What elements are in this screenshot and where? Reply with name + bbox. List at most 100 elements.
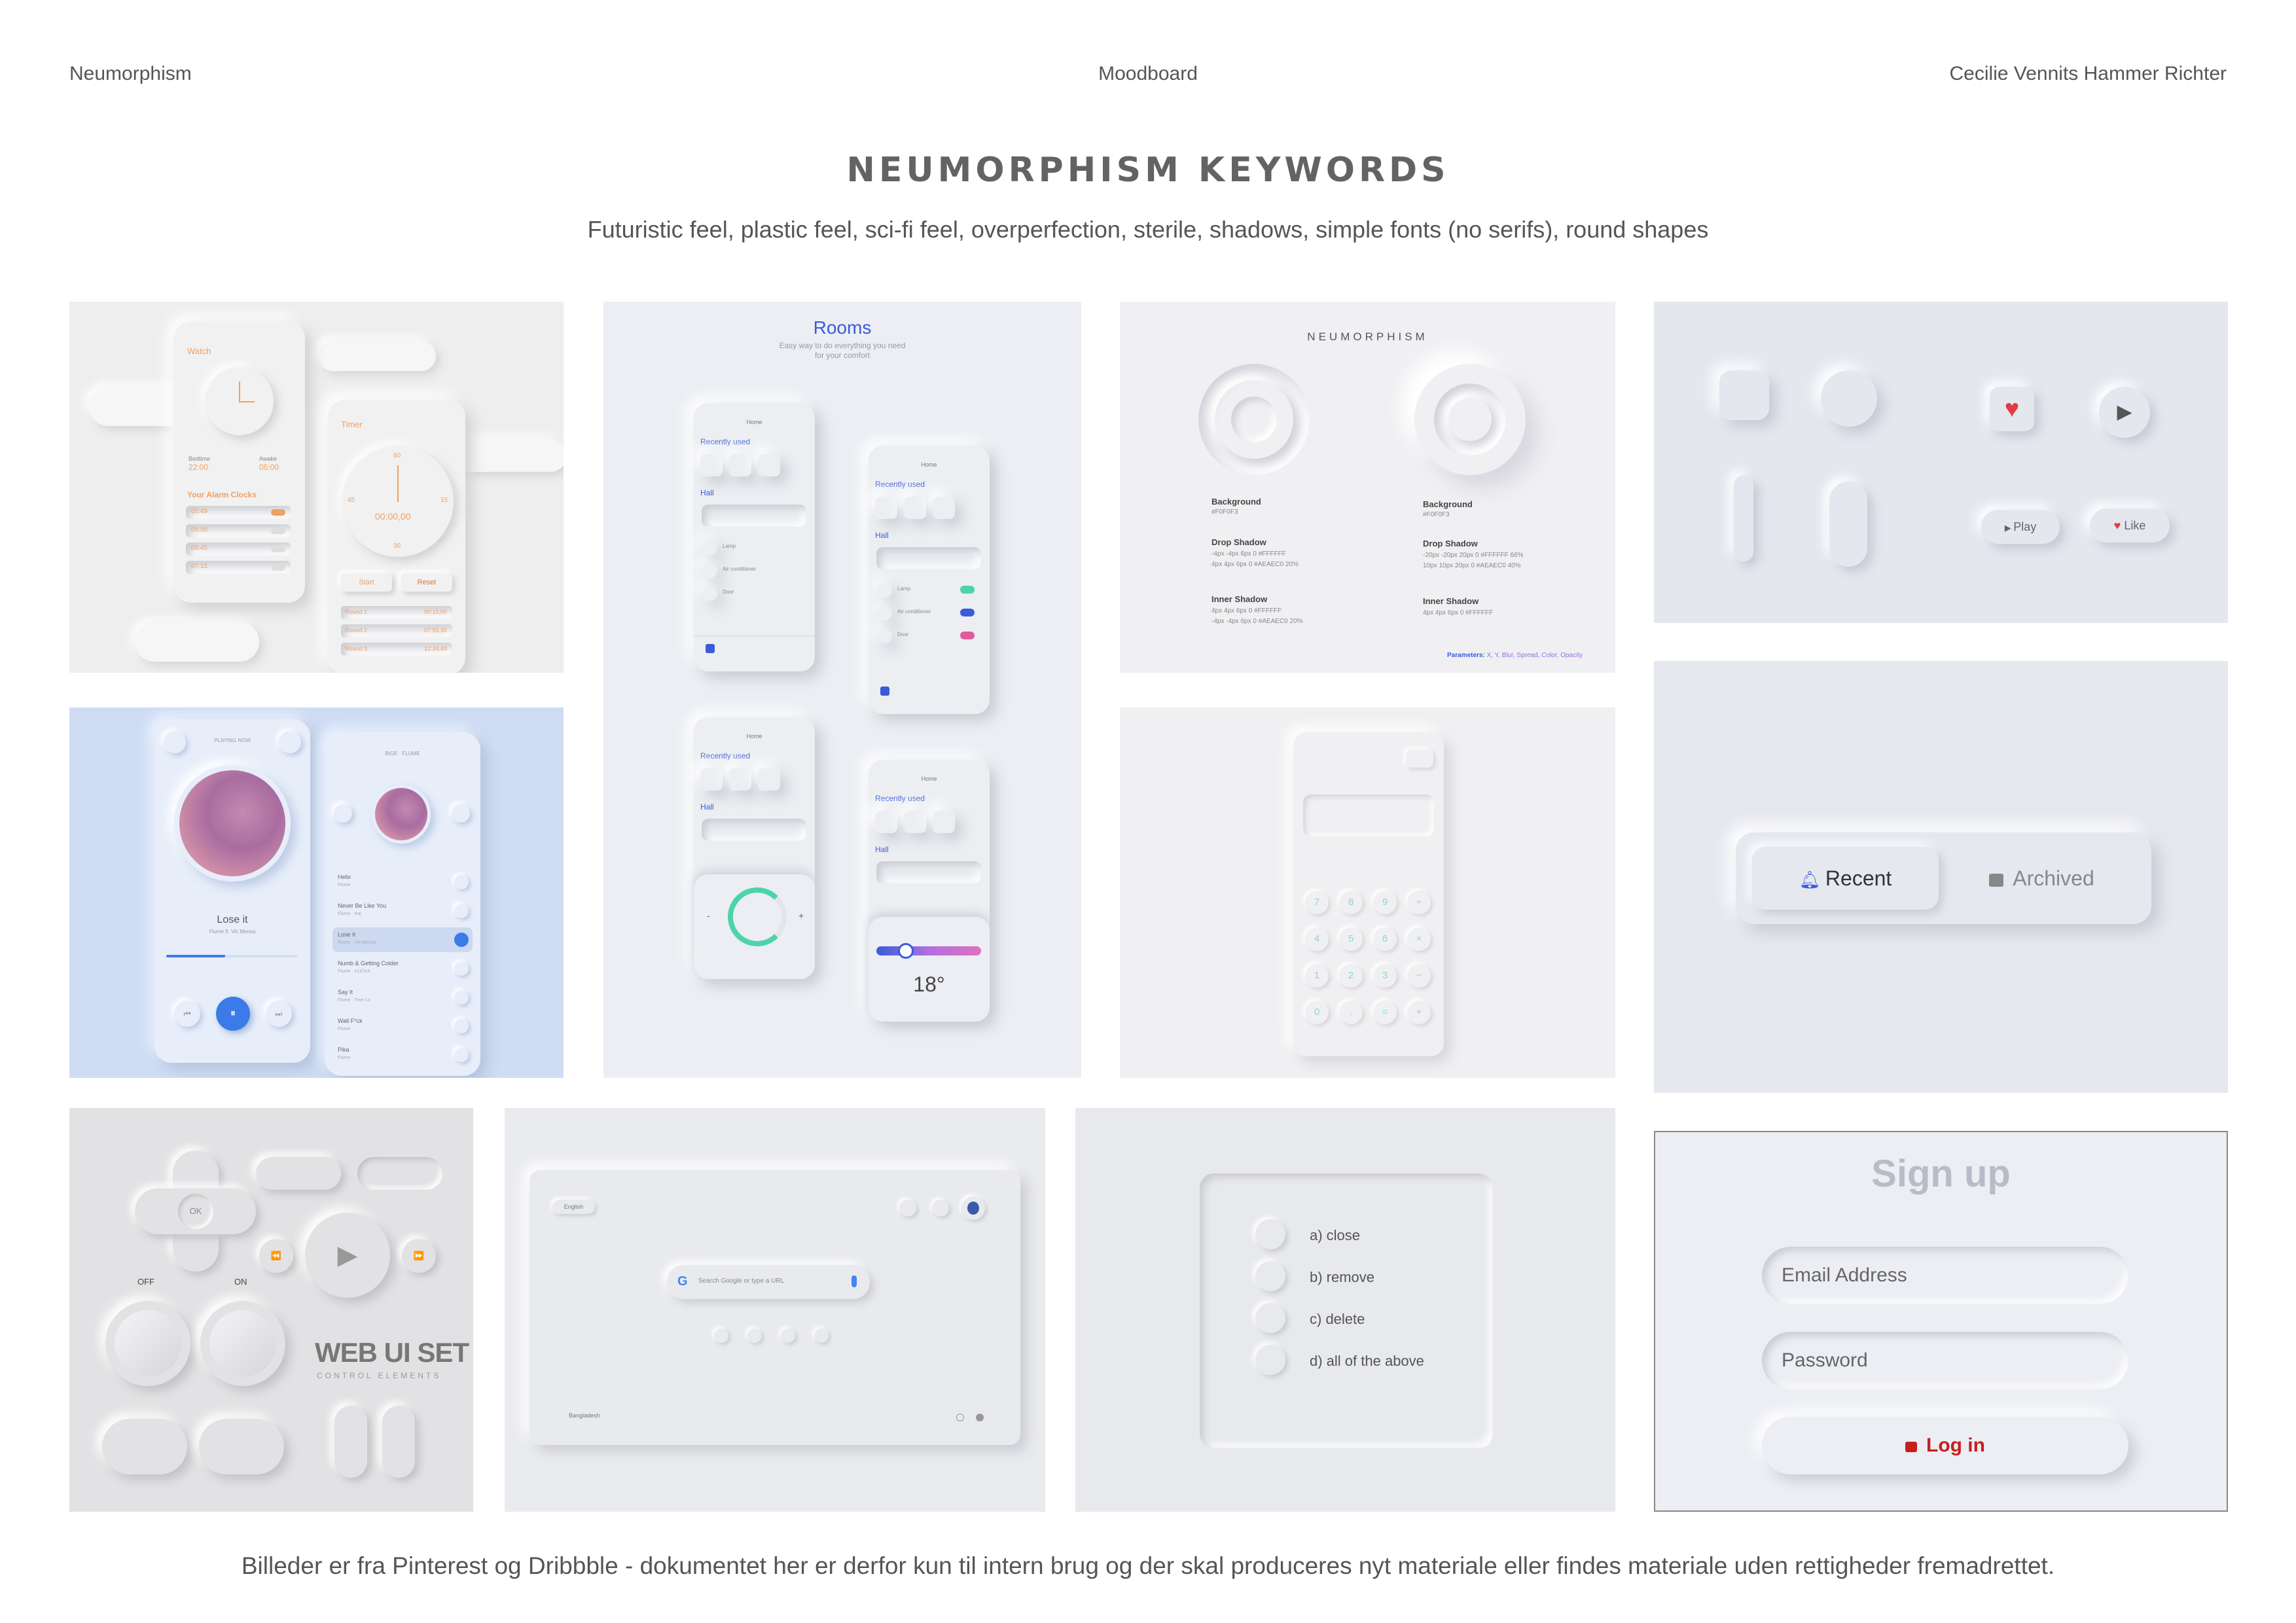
temperature-slider[interactable]	[876, 946, 981, 955]
stepper[interactable]	[334, 1406, 367, 1478]
quiz-option-label[interactable]: a) close	[1310, 1227, 1360, 1244]
pill-slim[interactable]	[1734, 475, 1753, 562]
avatar[interactable]	[961, 1196, 985, 1220]
track-play-button[interactable]	[454, 961, 469, 976]
next-button[interactable]: ⏭	[266, 1001, 292, 1027]
quiz-option-label[interactable]: d) all of the above	[1310, 1353, 1424, 1370]
home-icon[interactable]	[880, 687, 889, 696]
stepper[interactable]	[382, 1406, 415, 1478]
search-bar[interactable]: G Search Google or type a URL	[667, 1265, 870, 1299]
track-play-button[interactable]	[454, 933, 469, 947]
reset-button[interactable]: Reset	[401, 573, 452, 592]
quiz-option-label[interactable]: b) remove	[1310, 1269, 1374, 1286]
alarm-row[interactable]: 05:45	[186, 543, 291, 556]
calc-top-button[interactable]	[1406, 749, 1433, 768]
calc-key[interactable]: 2	[1339, 964, 1363, 988]
pill-button[interactable]	[102, 1419, 187, 1474]
calc-key[interactable]: 7	[1305, 891, 1329, 914]
calc-key[interactable]: 0	[1305, 1001, 1329, 1024]
alarm-row[interactable]: 05:49	[186, 506, 291, 519]
track-row[interactable]: Helix Flume	[332, 870, 473, 895]
alarm-row[interactable]: 07:15	[186, 561, 291, 574]
arrow-pill[interactable]	[256, 1157, 341, 1190]
shortcut[interactable]	[714, 1329, 728, 1343]
calc-key[interactable]: +	[1407, 1001, 1431, 1024]
pill-wide[interactable]	[1829, 482, 1867, 567]
arrow-pill[interactable]	[357, 1157, 442, 1190]
home-icon[interactable]	[706, 644, 715, 653]
slider-handle[interactable]	[898, 943, 914, 959]
track-play-button[interactable]	[454, 875, 469, 889]
shortcut[interactable]	[747, 1329, 762, 1343]
calc-key[interactable]: 6	[1373, 927, 1397, 951]
mic-icon[interactable]	[852, 1275, 857, 1287]
heart-button[interactable]: ♥	[1990, 387, 2034, 431]
progress-bar[interactable]	[166, 955, 297, 957]
radio-button[interactable]	[1255, 1261, 1285, 1291]
calc-key[interactable]: 9	[1373, 891, 1397, 914]
alarm-toggle[interactable]	[271, 564, 285, 571]
light-dimmer[interactable]: - +	[694, 874, 815, 979]
start-button[interactable]: Start	[341, 573, 392, 592]
language-button[interactable]: English	[552, 1200, 595, 1214]
calc-key[interactable]: 1	[1305, 964, 1329, 988]
track-play-button[interactable]	[454, 904, 469, 918]
login-button[interactable]: Log in	[1762, 1417, 2128, 1474]
alarm-row[interactable]: 05:50	[186, 524, 291, 537]
toggle[interactable]	[960, 586, 975, 594]
radio-button[interactable]	[1255, 1345, 1285, 1375]
track-row[interactable]: Numb & Getting Colder Flume · KUČKA	[332, 956, 473, 981]
track-row[interactable]: Say It Flume · Tove Lo	[332, 985, 473, 1010]
off-knob[interactable]	[105, 1301, 190, 1386]
apps-button[interactable]	[899, 1200, 916, 1217]
like-text-button[interactable]: ♥ Like	[2090, 508, 2170, 543]
calc-key[interactable]: 5	[1339, 927, 1363, 951]
calc-key[interactable]: =	[1373, 1001, 1397, 1024]
calc-key[interactable]: 8	[1339, 891, 1363, 914]
calc-key[interactable]: ÷	[1407, 891, 1431, 914]
round-row: Round 1 00:15,00	[341, 606, 452, 619]
temperature-card[interactable]: 18°	[869, 917, 990, 1022]
pause-button[interactable]: ⏸	[216, 997, 250, 1031]
tab-archived[interactable]: Archived	[1948, 847, 2135, 910]
track-row[interactable]: Never Be Like You Flume · Kai	[332, 899, 473, 923]
toggle[interactable]	[960, 609, 975, 616]
email-field[interactable]: Email Address	[1762, 1247, 2128, 1304]
alarm-toggle[interactable]	[271, 509, 285, 516]
password-field[interactable]: Password	[1762, 1332, 2128, 1389]
alarm-toggle[interactable]	[271, 546, 285, 552]
radio-button[interactable]	[1255, 1303, 1285, 1333]
toggle[interactable]	[960, 632, 975, 639]
track-play-button[interactable]	[454, 990, 469, 1005]
rewind-button[interactable]: ⏪	[259, 1239, 293, 1273]
play-text-button[interactable]: ▶ Play	[1981, 510, 2060, 544]
shortcut[interactable]	[781, 1329, 795, 1343]
on-knob[interactable]	[200, 1301, 285, 1386]
calc-key[interactable]: 4	[1305, 927, 1329, 951]
track-row[interactable]: Lose It Flume · Vic Mensa	[332, 927, 473, 952]
dpad[interactable]: OK	[135, 1150, 256, 1272]
calc-key[interactable]: .	[1339, 1001, 1363, 1024]
radio-button[interactable]	[1255, 1219, 1285, 1249]
grid-button[interactable]	[932, 1200, 949, 1217]
alarm-toggle[interactable]	[271, 527, 285, 534]
ok-button[interactable]: OK	[178, 1194, 213, 1229]
menu-button[interactable]	[279, 731, 301, 753]
circle-button[interactable]	[1821, 370, 1877, 427]
play-button[interactable]: ▶	[2099, 387, 2150, 438]
shortcut[interactable]	[814, 1329, 829, 1343]
track-play-button[interactable]	[454, 1048, 469, 1062]
prev-button[interactable]: ⏮	[174, 1001, 200, 1027]
calc-key[interactable]: 3	[1373, 964, 1397, 988]
track-row[interactable]: Pika Flume	[332, 1043, 473, 1067]
calc-key[interactable]: −	[1407, 964, 1431, 988]
track-play-button[interactable]	[454, 1019, 469, 1033]
tab-recent[interactable]: 🔔︎ Recent	[1752, 847, 1939, 910]
track-row[interactable]: Wall F*ck Flume	[332, 1014, 473, 1039]
pill-button[interactable]	[199, 1419, 284, 1474]
big-play-button[interactable]: ▶	[305, 1213, 390, 1298]
calc-key[interactable]: ×	[1407, 927, 1431, 951]
quiz-option-label[interactable]: c) delete	[1310, 1311, 1365, 1328]
square-button[interactable]	[1719, 370, 1769, 420]
forward-button[interactable]: ⏩	[402, 1239, 436, 1273]
